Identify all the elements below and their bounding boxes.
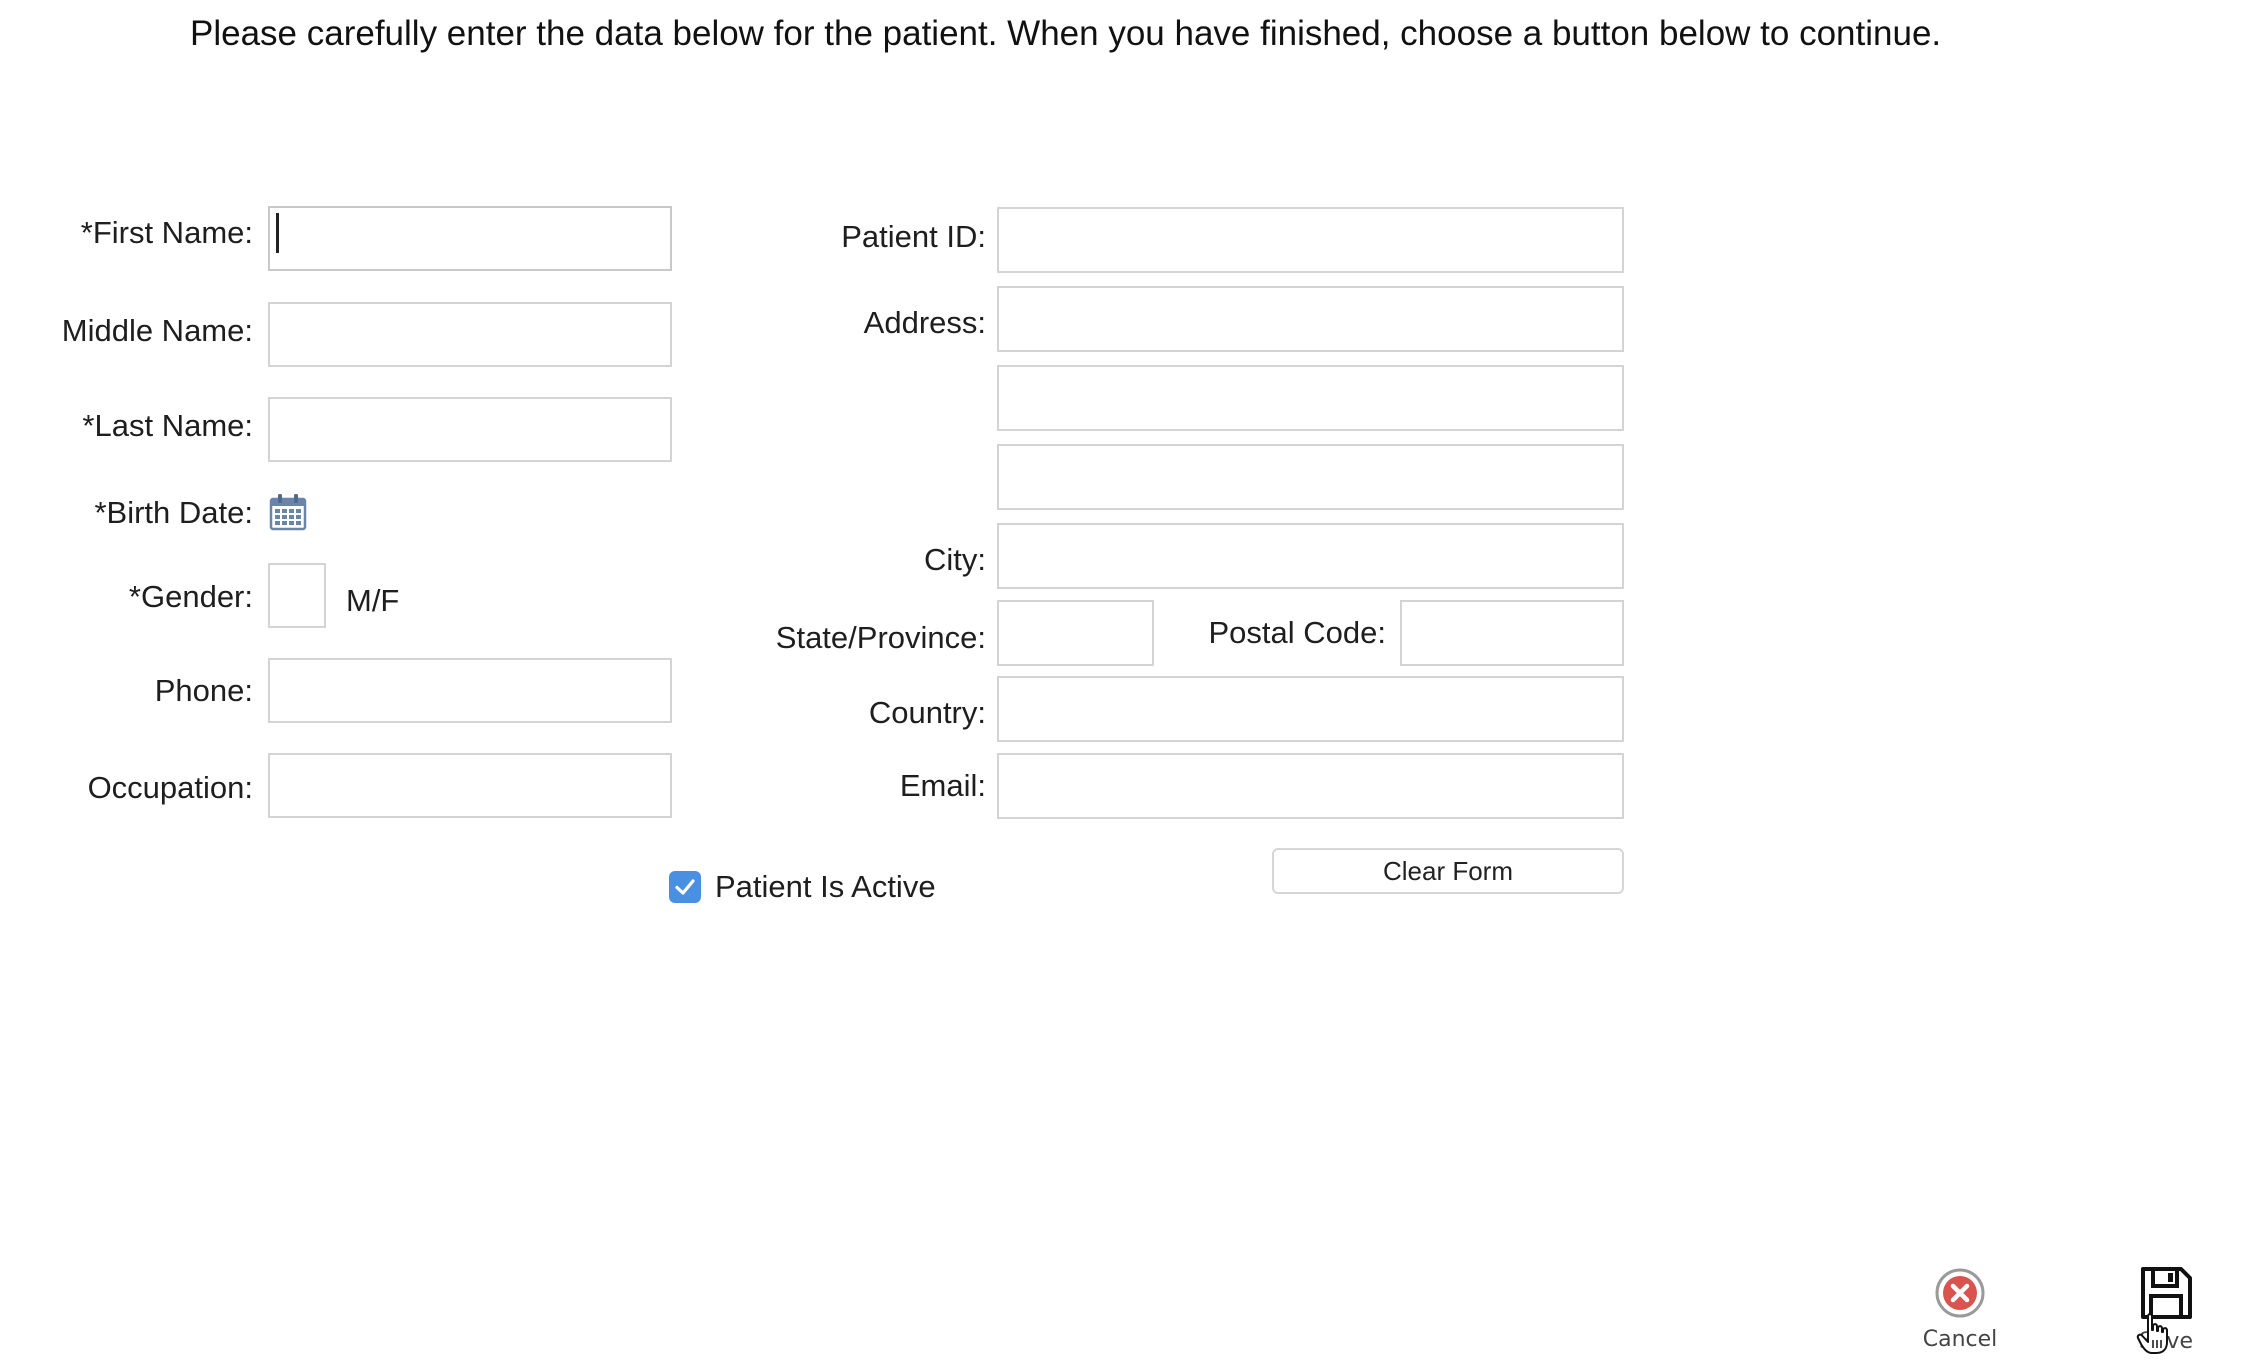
patient-id-input[interactable] — [997, 207, 1624, 273]
first-name-input[interactable] — [268, 206, 672, 271]
gender-hint: M/F — [346, 583, 400, 618]
address-line3-input[interactable] — [997, 444, 1624, 510]
occupation-input[interactable] — [268, 753, 672, 818]
address-line1-input[interactable] — [997, 286, 1624, 352]
text-caret — [276, 213, 279, 253]
birth-date-label: *Birth Date: — [94, 495, 253, 530]
calendar-icon[interactable] — [268, 492, 308, 532]
cancel-label: Cancel — [1922, 1327, 1998, 1352]
middle-name-input[interactable] — [268, 302, 672, 367]
email-input[interactable] — [997, 753, 1624, 819]
phone-label: Phone: — [154, 673, 253, 708]
patient-id-label: Patient ID: — [841, 219, 986, 254]
city-input[interactable] — [997, 523, 1624, 589]
cancel-icon — [1935, 1268, 1985, 1318]
address-label: Address: — [863, 305, 986, 340]
postal-code-input[interactable] — [1400, 600, 1624, 666]
cancel-button[interactable]: Cancel — [1912, 1266, 2008, 1352]
gender-input[interactable] — [268, 563, 326, 628]
postal-code-label: Postal Code: — [1208, 615, 1387, 650]
country-input[interactable] — [997, 676, 1624, 742]
occupation-label: Occupation: — [87, 770, 253, 805]
checkmark-icon — [675, 879, 695, 895]
clear-form-button[interactable]: Clear Form — [1272, 848, 1624, 894]
country-label: Country: — [868, 695, 986, 730]
address-line2-input[interactable] — [997, 365, 1624, 431]
patient-active-checkbox[interactable] — [669, 871, 701, 903]
city-label: City: — [924, 542, 986, 577]
last-name-label: *Last Name: — [82, 408, 253, 443]
gender-label: *Gender: — [128, 579, 253, 614]
patient-active-label: Patient Is Active — [715, 869, 936, 904]
middle-name-label: Middle Name: — [61, 313, 253, 348]
last-name-input[interactable] — [268, 397, 672, 462]
email-label: Email: — [899, 768, 986, 803]
pointer-hand-icon — [2136, 1312, 2172, 1356]
instructions-text: Please carefully enter the data below fo… — [190, 14, 1942, 53]
state-province-label: State/Province: — [775, 620, 986, 655]
patient-entry-page: Please carefully enter the data below fo… — [0, 0, 2252, 1360]
phone-input[interactable] — [268, 658, 672, 723]
state-province-input[interactable] — [997, 600, 1154, 666]
first-name-label: *First Name: — [80, 215, 253, 250]
